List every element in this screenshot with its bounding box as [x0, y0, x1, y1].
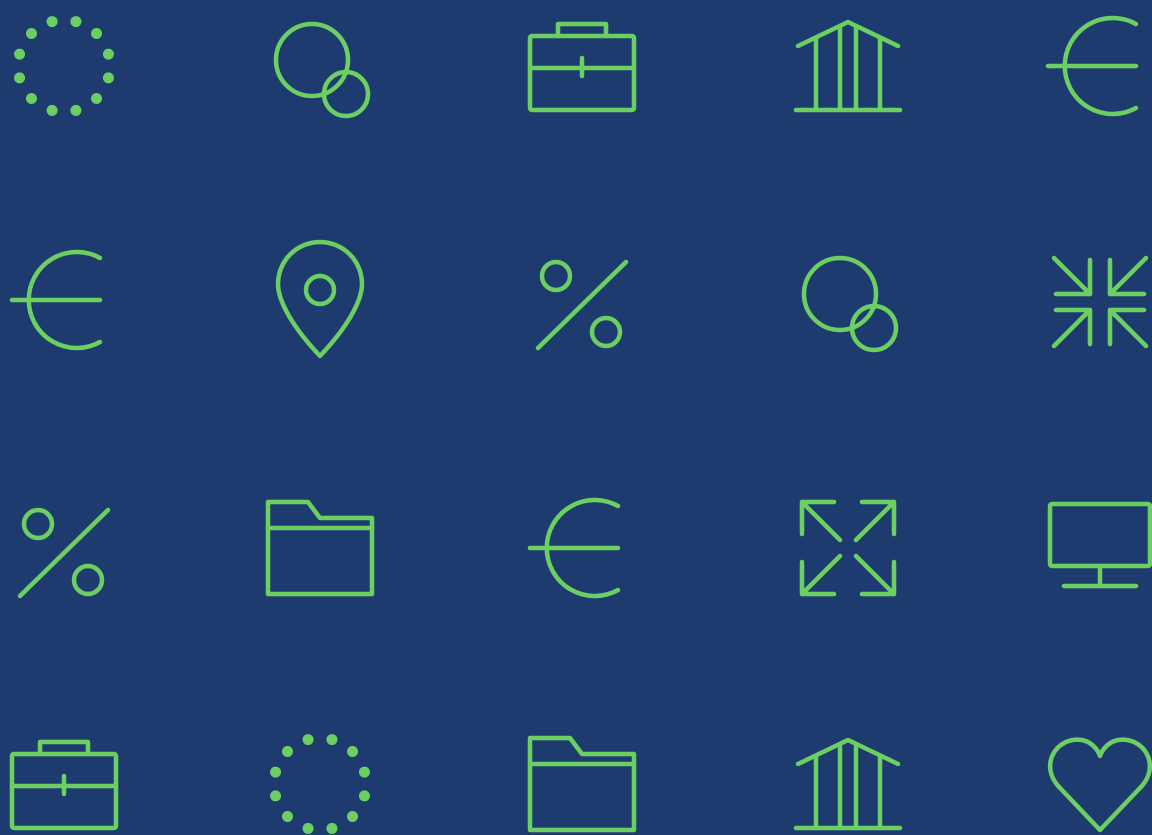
folder-icon [527, 735, 637, 833]
euro-icon [1045, 15, 1139, 117]
briefcase-icon [527, 21, 637, 113]
monitor-icon [1047, 501, 1152, 589]
euro-icon [527, 497, 621, 599]
briefcase-icon [9, 739, 119, 831]
location-pin-icon [275, 239, 365, 359]
percent-icon [535, 259, 629, 351]
overlapping-circles-icon [801, 255, 899, 353]
heart-icon [1047, 737, 1152, 833]
percent-icon [17, 507, 111, 599]
icon-pattern-background [0, 0, 1152, 835]
bank-icon [793, 737, 903, 831]
expand-arrows-icon [799, 499, 897, 597]
collapse-arrows-icon [1051, 255, 1149, 349]
icon-pattern [0, 0, 1152, 835]
dotted-circle-icon [270, 734, 370, 834]
folder-icon [265, 499, 375, 597]
euro-icon [9, 249, 103, 351]
overlapping-circles-icon [273, 21, 371, 119]
bank-icon [793, 19, 903, 113]
dotted-circle-icon [14, 16, 114, 116]
